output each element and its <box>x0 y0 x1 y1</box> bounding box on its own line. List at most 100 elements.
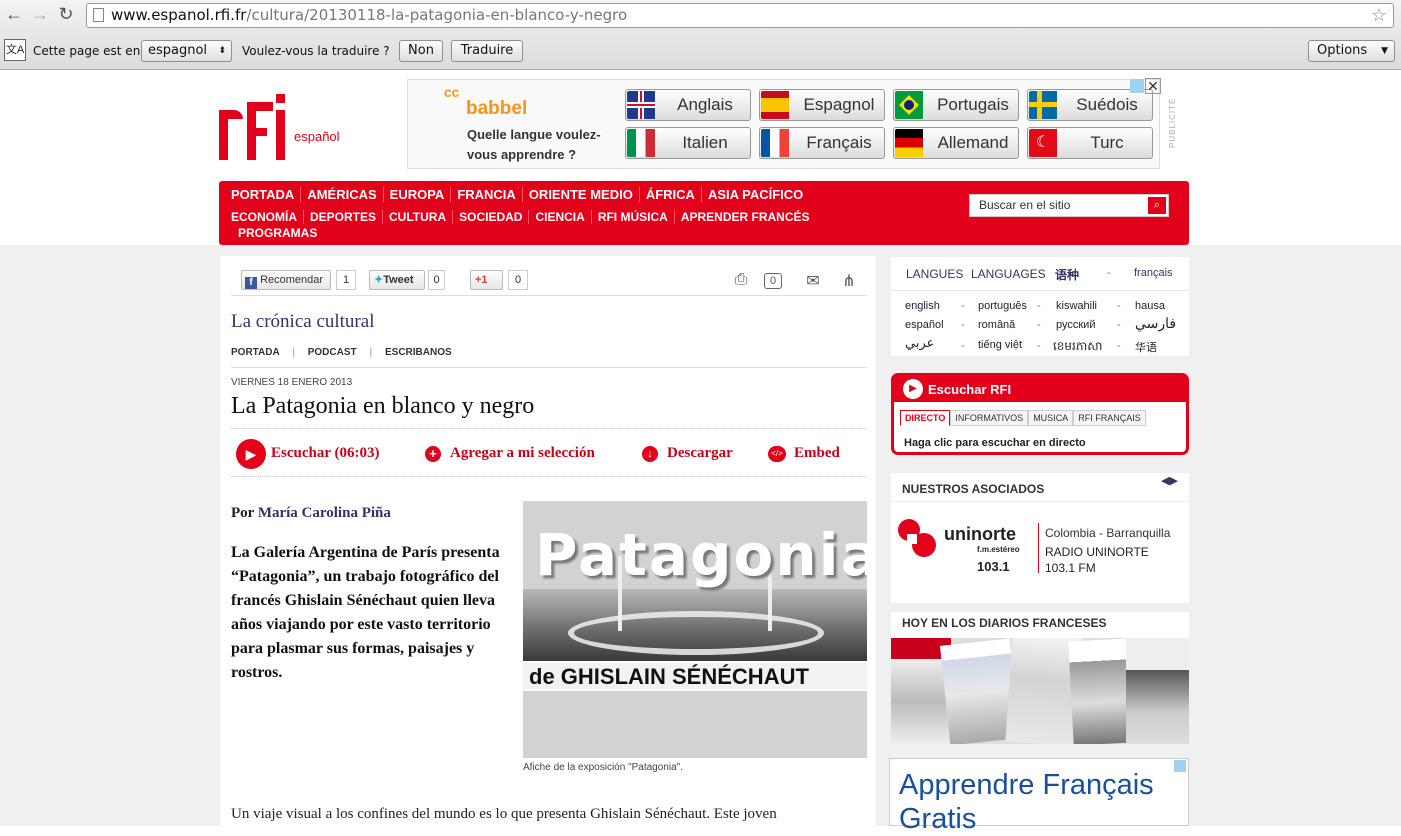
reload-icon[interactable]: ↻ <box>56 4 76 24</box>
section-link-portada[interactable]: PORTADA <box>231 347 279 358</box>
lang-button-anglais[interactable]: Anglais <box>625 89 751 121</box>
partner-place[interactable]: Colombia - Barranquilla <box>1045 526 1170 540</box>
back-icon[interactable]: ← <box>4 4 24 24</box>
nav-economia[interactable]: ECONOMÍA <box>225 210 304 224</box>
nav-francia[interactable]: FRANCIA <box>451 187 523 202</box>
lang-arabic[interactable]: عربي <box>905 335 934 351</box>
prev-next-icon[interactable]: ◀▶ <box>1161 474 1178 487</box>
close-icon[interactable]: ✕ <box>1145 78 1161 94</box>
lang-button-suedois[interactable]: Suédois <box>1027 89 1153 121</box>
lang-farsi[interactable]: فارسي <box>1135 315 1176 332</box>
search-placeholder: Buscar en el sitio <box>979 198 1071 212</box>
tweet-button[interactable]: ✦Tweet <box>369 270 425 290</box>
lang-espanol[interactable]: español <box>905 319 944 331</box>
forward-icon[interactable]: → <box>30 4 50 24</box>
newspapers-collage[interactable] <box>891 638 1189 744</box>
bookmark-star-icon[interactable]: ☆ <box>1371 4 1387 27</box>
tab-rfi-francais[interactable]: RFI FRANÇAIS <box>1073 410 1146 426</box>
lang-russkiy[interactable]: русский <box>1056 319 1095 331</box>
print-icon[interactable]: ⎙ <box>731 271 751 291</box>
language-select[interactable]: espagnol ⬍ <box>141 40 232 62</box>
lang-button-espagnol[interactable]: Espagnol <box>759 89 885 121</box>
nav-ciencia[interactable]: CIENCIA <box>529 210 592 224</box>
section-link-podcast[interactable]: PODCAST <box>308 347 357 358</box>
comments-count[interactable]: 0 <box>764 273 782 289</box>
lang-button-francais[interactable]: Français <box>759 127 885 159</box>
translate-bar: 文A Cette page est en espagnol ⬍ Voulez-vo… <box>0 36 1401 69</box>
listen-link[interactable]: Escuchar (06:03) <box>271 445 379 462</box>
rfi-logo[interactable] <box>219 94 289 160</box>
gplus-button[interactable]: +1 <box>470 270 503 290</box>
listen-rfi-text[interactable]: Haga clic para escuchar en directo <box>904 437 1086 449</box>
nav-oriente-medio[interactable]: ORIENTE MEDIO <box>522 187 640 202</box>
section-link-escribanos[interactable]: ESCRIBANOS <box>385 347 452 358</box>
tab-musica[interactable]: MUSICA <box>1028 410 1074 426</box>
translate-prefix: Cette page est en <box>33 44 141 58</box>
play-icon[interactable]: ▶ <box>903 379 923 399</box>
fb-count: 1 <box>336 270 356 290</box>
lang-khmer[interactable]: ខេមរភាសា <box>1053 338 1103 356</box>
lang-label: Portugais <box>937 95 1009 114</box>
download-link[interactable]: Descargar <box>667 445 733 462</box>
nav-deportes[interactable]: DEPORTES <box>304 210 384 224</box>
listen-rfi-title[interactable]: Escuchar RFI <box>928 382 1011 397</box>
nav-portada[interactable]: PORTADA <box>225 187 302 202</box>
options-label: Options <box>1317 43 1368 58</box>
nav-aprender-frances[interactable]: APRENDER FRANCÉS <box>675 210 816 224</box>
adchoices-icon[interactable] <box>1174 760 1186 772</box>
author-link[interactable]: María Carolina Piña <box>258 505 391 521</box>
lang-button-portugais[interactable]: Portugais <box>893 89 1019 121</box>
nav-sociedad[interactable]: SOCIEDAD <box>453 210 530 224</box>
section-title[interactable]: La crónica cultural <box>231 311 374 333</box>
nav-cultura[interactable]: CULTURA <box>383 210 454 224</box>
share-icon[interactable]: ⋔ <box>839 271 859 291</box>
email-icon[interactable]: ✉ <box>803 271 823 291</box>
lang-portugues[interactable]: português <box>978 300 1027 312</box>
nav-europa[interactable]: EUROPA <box>383 187 452 202</box>
translate-button[interactable]: Traduire <box>451 40 523 62</box>
page-icon <box>93 8 104 22</box>
lang-button-turc[interactable]: ☾ Turc <box>1027 127 1153 159</box>
address-bar[interactable]: www.espanol.rfi.fr/cultura/20130118-la-p… <box>86 3 1394 28</box>
tab-informativos[interactable]: INFORMATIVOS <box>950 410 1029 426</box>
nav-americas[interactable]: AMÉRICAS <box>301 187 384 202</box>
languages-box: LANGUES LANGUAGES 语种 - français english … <box>891 257 1189 356</box>
lang-english[interactable]: english <box>905 300 940 312</box>
lang-romana[interactable]: română <box>978 319 1015 331</box>
embed-icon[interactable]: </> <box>768 446 786 462</box>
lang-tieng-viet[interactable]: tiếng việt <box>978 339 1022 351</box>
embed-link[interactable]: Embed <box>794 445 840 462</box>
italy-flag-icon <box>627 129 655 157</box>
byline-prefix: Por <box>231 505 255 521</box>
lang-francais[interactable]: français <box>1134 267 1173 279</box>
partner-frequency[interactable]: 103.1 FM <box>1045 561 1096 575</box>
nav-africa[interactable]: ÁFRICA <box>639 187 702 202</box>
lang-kiswahili[interactable]: kiswahili <box>1056 300 1097 312</box>
lang-huayu[interactable]: 华语 <box>1135 339 1157 355</box>
nav-programas[interactable]: PROGRAMAS <box>232 226 323 240</box>
promo-ad[interactable]: Apprendre Français Gratis <box>889 758 1189 835</box>
partner-name[interactable]: RADIO UNINORTE <box>1045 545 1149 559</box>
fb-label: Recomendar <box>260 274 324 286</box>
facebook-recommend-button[interactable]: f Recomendar <box>241 270 331 290</box>
babbel-ad[interactable]: ᶜᶜ babbel Quelle langue voulez-vous appr… <box>407 78 1161 169</box>
add-icon[interactable]: + <box>425 446 441 462</box>
search-icon[interactable]: ⌕ <box>1148 197 1166 214</box>
lang-button-allemand[interactable]: Allemand <box>893 127 1019 159</box>
options-button[interactable]: Options ▼ <box>1308 40 1395 62</box>
partners-box: NUESTROS ASOCIADOS ◀▶ uninorte f.m.estér… <box>891 473 1189 603</box>
play-icon[interactable]: ▶ <box>236 439 266 469</box>
add-selection-link[interactable]: Agregar a mi selección <box>450 445 595 462</box>
lang-hausa[interactable]: hausa <box>1135 300 1165 312</box>
spain-flag-icon <box>761 91 789 119</box>
site-search-input[interactable]: Buscar en el sitio ⌕ <box>969 194 1169 217</box>
download-icon[interactable]: ↓ <box>642 446 658 462</box>
adchoices-icon[interactable] <box>1130 79 1144 93</box>
nav-asia-pacifico[interactable]: ASIA PACÍFICO <box>702 187 809 202</box>
lang-button-italien[interactable]: Italien <box>625 127 751 159</box>
tab-directo[interactable]: DIRECTO <box>900 410 951 426</box>
nav-rfi-musica[interactable]: RFI MÚSICA <box>591 210 675 224</box>
lang-sep: - <box>1107 267 1111 279</box>
no-translate-button[interactable]: Non <box>399 40 443 62</box>
article-body: Un viaje visual a los confines del mundo… <box>231 806 777 822</box>
